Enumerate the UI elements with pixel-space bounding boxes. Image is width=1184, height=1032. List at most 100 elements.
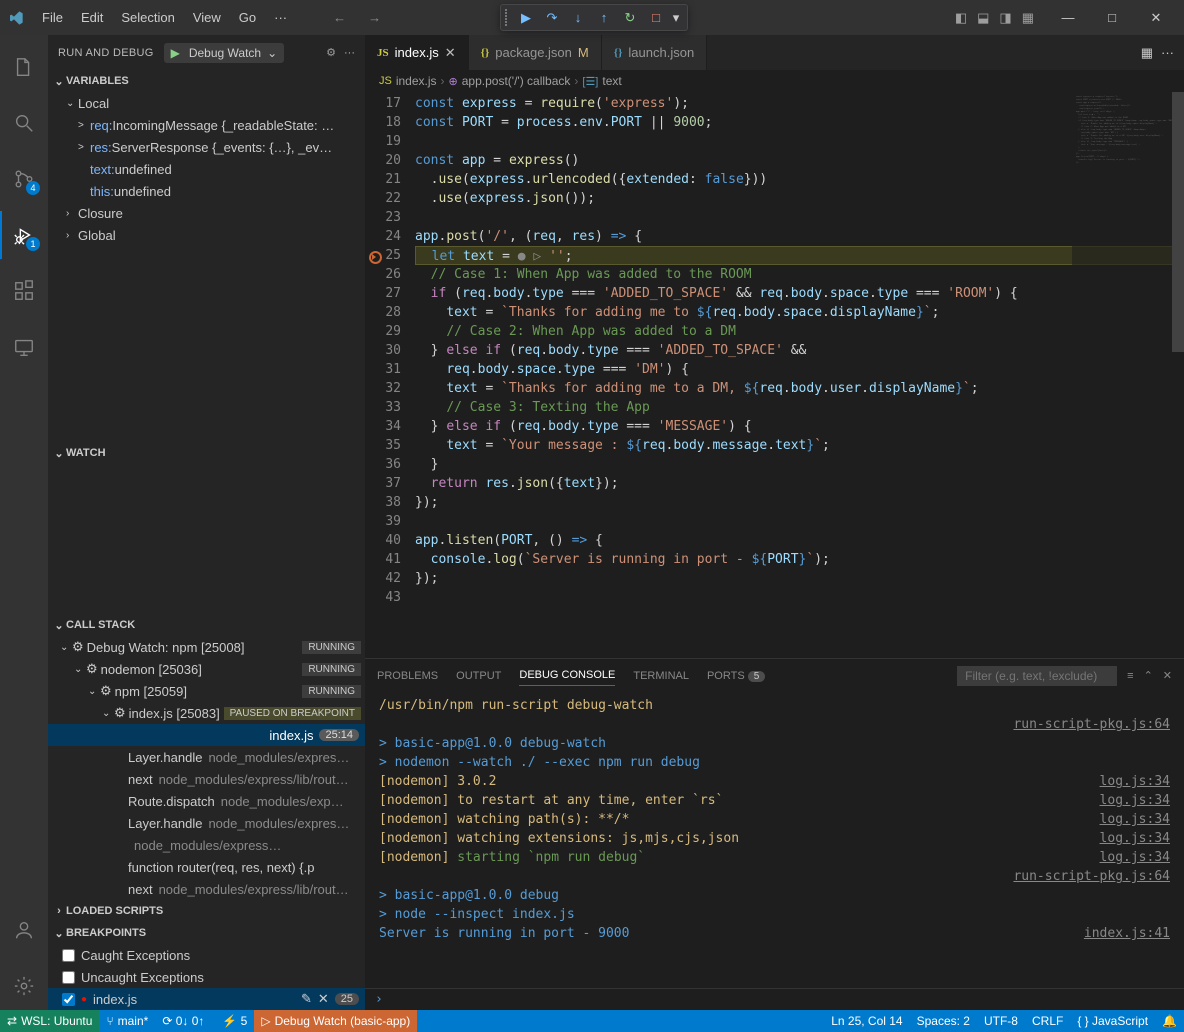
menu-selection[interactable]: Selection: [113, 6, 182, 29]
nav-back-icon[interactable]: ←: [325, 7, 354, 28]
scope-local[interactable]: ⌄ Local: [48, 92, 365, 114]
var-row[interactable]: this: undefined: [48, 180, 365, 202]
debug-step-into-button[interactable]: ↓: [565, 7, 591, 29]
panel-close-icon[interactable]: ✕: [1163, 669, 1172, 682]
debug-more-button[interactable]: ▾: [669, 7, 683, 29]
panel-maximize-icon[interactable]: ⌃: [1144, 669, 1153, 682]
edit-icon[interactable]: ✎: [301, 991, 312, 1007]
activity-accounts-icon[interactable]: [0, 906, 48, 954]
remove-icon[interactable]: ✕: [318, 991, 329, 1007]
window-maximize-button[interactable]: □: [1092, 3, 1132, 33]
status-debug[interactable]: ▷Debug Watch (basic-app): [254, 1010, 417, 1032]
debug-step-out-button[interactable]: ↑: [591, 7, 617, 29]
section-loaded-scripts[interactable]: ›LOADED SCRIPTS: [48, 900, 365, 922]
window-minimize-button[interactable]: —: [1048, 3, 1088, 33]
console-filter-input[interactable]: [957, 666, 1117, 686]
console-source-link[interactable]: log.js:34: [1100, 829, 1170, 848]
console-source-link[interactable]: log.js:34: [1100, 791, 1170, 810]
panel-tab-problems[interactable]: PROBLEMS: [377, 666, 438, 686]
layout-toggle-panel-icon[interactable]: ⬓: [973, 7, 993, 29]
menu-edit[interactable]: Edit: [73, 6, 111, 29]
section-watch[interactable]: ⌄WATCH: [48, 442, 365, 464]
status-eol[interactable]: CRLF: [1025, 1010, 1070, 1032]
breakpoint-file[interactable]: ● index.js ✎ ✕ 25: [48, 988, 365, 1010]
gear-icon[interactable]: ⚙: [326, 46, 336, 59]
activity-search-icon[interactable]: [0, 99, 48, 147]
activity-explorer-icon[interactable]: [0, 43, 48, 91]
drag-handle-icon[interactable]: [505, 9, 513, 26]
debug-config-dropdown[interactable]: ▶ Debug Watch ⌄: [164, 43, 285, 63]
callstack-thread[interactable]: ⌄ ⚙ Debug Watch: npm [25008]RUNNING: [48, 636, 365, 658]
var-row[interactable]: > req: IncomingMessage {_readableState: …: [48, 114, 365, 136]
var-row[interactable]: text: undefined: [48, 158, 365, 180]
nav-forward-icon[interactable]: →: [360, 7, 389, 28]
callstack-frame[interactable]: function router(req, res, next) {.p: [48, 856, 365, 878]
editor-toggle-icon[interactable]: ▦: [1141, 45, 1153, 61]
section-callstack[interactable]: ⌄CALL STACK: [48, 614, 365, 636]
minimap[interactable]: const express = require('express');const…: [1072, 92, 1172, 658]
activity-extensions-icon[interactable]: [0, 267, 48, 315]
breadcrumb-item[interactable]: index.js: [396, 74, 437, 88]
tab-package.json[interactable]: {}package.jsonM: [469, 35, 602, 70]
debug-step-over-button[interactable]: ↷: [539, 7, 565, 29]
console-source-link[interactable]: log.js:34: [1100, 772, 1170, 791]
breadcrumb-item[interactable]: text: [602, 74, 621, 88]
panel-tab-debug-console[interactable]: DEBUG CONSOLE: [519, 665, 615, 686]
code-editor[interactable]: 1718192021222324252627282930313233343536…: [365, 92, 1184, 658]
debug-console-output[interactable]: /usr/bin/npm run-script debug-watchrun-s…: [365, 692, 1184, 988]
breakpoint-uncaught[interactable]: Uncaught Exceptions: [48, 966, 365, 988]
menu-file[interactable]: File: [34, 6, 71, 29]
tab-launch.json[interactable]: {}launch.json: [602, 35, 707, 70]
callstack-frame[interactable]: Route.dispatchnode_modules/exp…: [48, 790, 365, 812]
layout-customize-icon[interactable]: ▦: [1018, 7, 1038, 29]
section-breakpoints[interactable]: ⌄BREAKPOINTS: [48, 922, 365, 944]
close-icon[interactable]: ✕: [445, 45, 456, 61]
status-branch[interactable]: ⑂main*: [99, 1010, 155, 1032]
activity-settings-icon[interactable]: [0, 962, 48, 1010]
console-source-link[interactable]: run-script-pkg.js:64: [1013, 867, 1170, 886]
section-variables[interactable]: ⌄VARIABLES: [48, 70, 365, 92]
status-sync[interactable]: ⟳ 0↓ 0↑: [155, 1010, 211, 1032]
breakpoint-uncaught-checkbox[interactable]: [62, 971, 75, 984]
panel-tab-output[interactable]: OUTPUT: [456, 666, 501, 686]
callstack-frame[interactable]: node_modules/express…: [48, 834, 365, 856]
debug-continue-button[interactable]: ▶: [513, 7, 539, 29]
scope-global[interactable]: › Global: [48, 224, 365, 246]
debug-restart-button[interactable]: ↻: [617, 7, 643, 29]
menu-···[interactable]: ···: [266, 6, 295, 29]
layout-toggle-primary-icon[interactable]: ◧: [951, 7, 971, 29]
debug-toolbar[interactable]: ▶ ↷ ↓ ↑ ↻ □ ▾: [500, 4, 688, 31]
status-remote[interactable]: ⇄WSL: Ubuntu: [0, 1010, 99, 1032]
layout-toggle-secondary-icon[interactable]: ◨: [995, 7, 1015, 29]
menu-view[interactable]: View: [185, 6, 229, 29]
status-ports[interactable]: ⚡ 5: [211, 1010, 254, 1032]
status-spaces[interactable]: Spaces: 2: [910, 1010, 977, 1032]
panel-settings-icon[interactable]: ≡: [1127, 670, 1133, 682]
debug-stop-button[interactable]: □: [643, 7, 669, 29]
breadcrumb-item[interactable]: app.post('/') callback: [462, 74, 571, 88]
status-position[interactable]: Ln 25, Col 14: [824, 1010, 909, 1032]
callstack-thread[interactable]: ⌄ ⚙ nodemon [25036]RUNNING: [48, 658, 365, 680]
activity-debug-icon[interactable]: 1: [0, 211, 48, 259]
breadcrumb[interactable]: JS index.js›⊕ app.post('/') callback›[☰]…: [365, 70, 1184, 92]
callstack-frame[interactable]: index.js25:14: [48, 724, 365, 746]
vertical-scrollbar[interactable]: [1172, 92, 1184, 658]
gutter[interactable]: 1718192021222324252627282930313233343536…: [365, 92, 415, 658]
console-source-link[interactable]: log.js:34: [1100, 848, 1170, 867]
tab-index.js[interactable]: JSindex.js✕: [365, 35, 469, 70]
more-icon[interactable]: ···: [344, 47, 355, 59]
scope-closure[interactable]: › Closure: [48, 202, 365, 224]
menu-go[interactable]: Go: [231, 6, 264, 29]
debug-console-input[interactable]: ›: [365, 988, 1184, 1010]
code-content[interactable]: const express = require('express');const…: [415, 92, 1184, 658]
callstack-thread[interactable]: ⌄ ⚙ index.js [25083]PAUSED ON BREAKPOINT: [48, 702, 365, 724]
status-encoding[interactable]: UTF-8: [977, 1010, 1025, 1032]
breakpoint-file-checkbox[interactable]: [62, 993, 75, 1006]
panel-tab-terminal[interactable]: TERMINAL: [633, 666, 689, 686]
panel-tab-ports[interactable]: PORTS 5: [707, 666, 765, 686]
callstack-frame[interactable]: nextnode_modules/express/lib/rout…: [48, 768, 365, 790]
breakpoint-caught-checkbox[interactable]: [62, 949, 75, 962]
callstack-frame[interactable]: nextnode_modules/express/lib/rout…: [48, 878, 365, 900]
console-source-link[interactable]: index.js:41: [1084, 924, 1170, 943]
status-notifications[interactable]: 🔔: [1155, 1010, 1184, 1032]
